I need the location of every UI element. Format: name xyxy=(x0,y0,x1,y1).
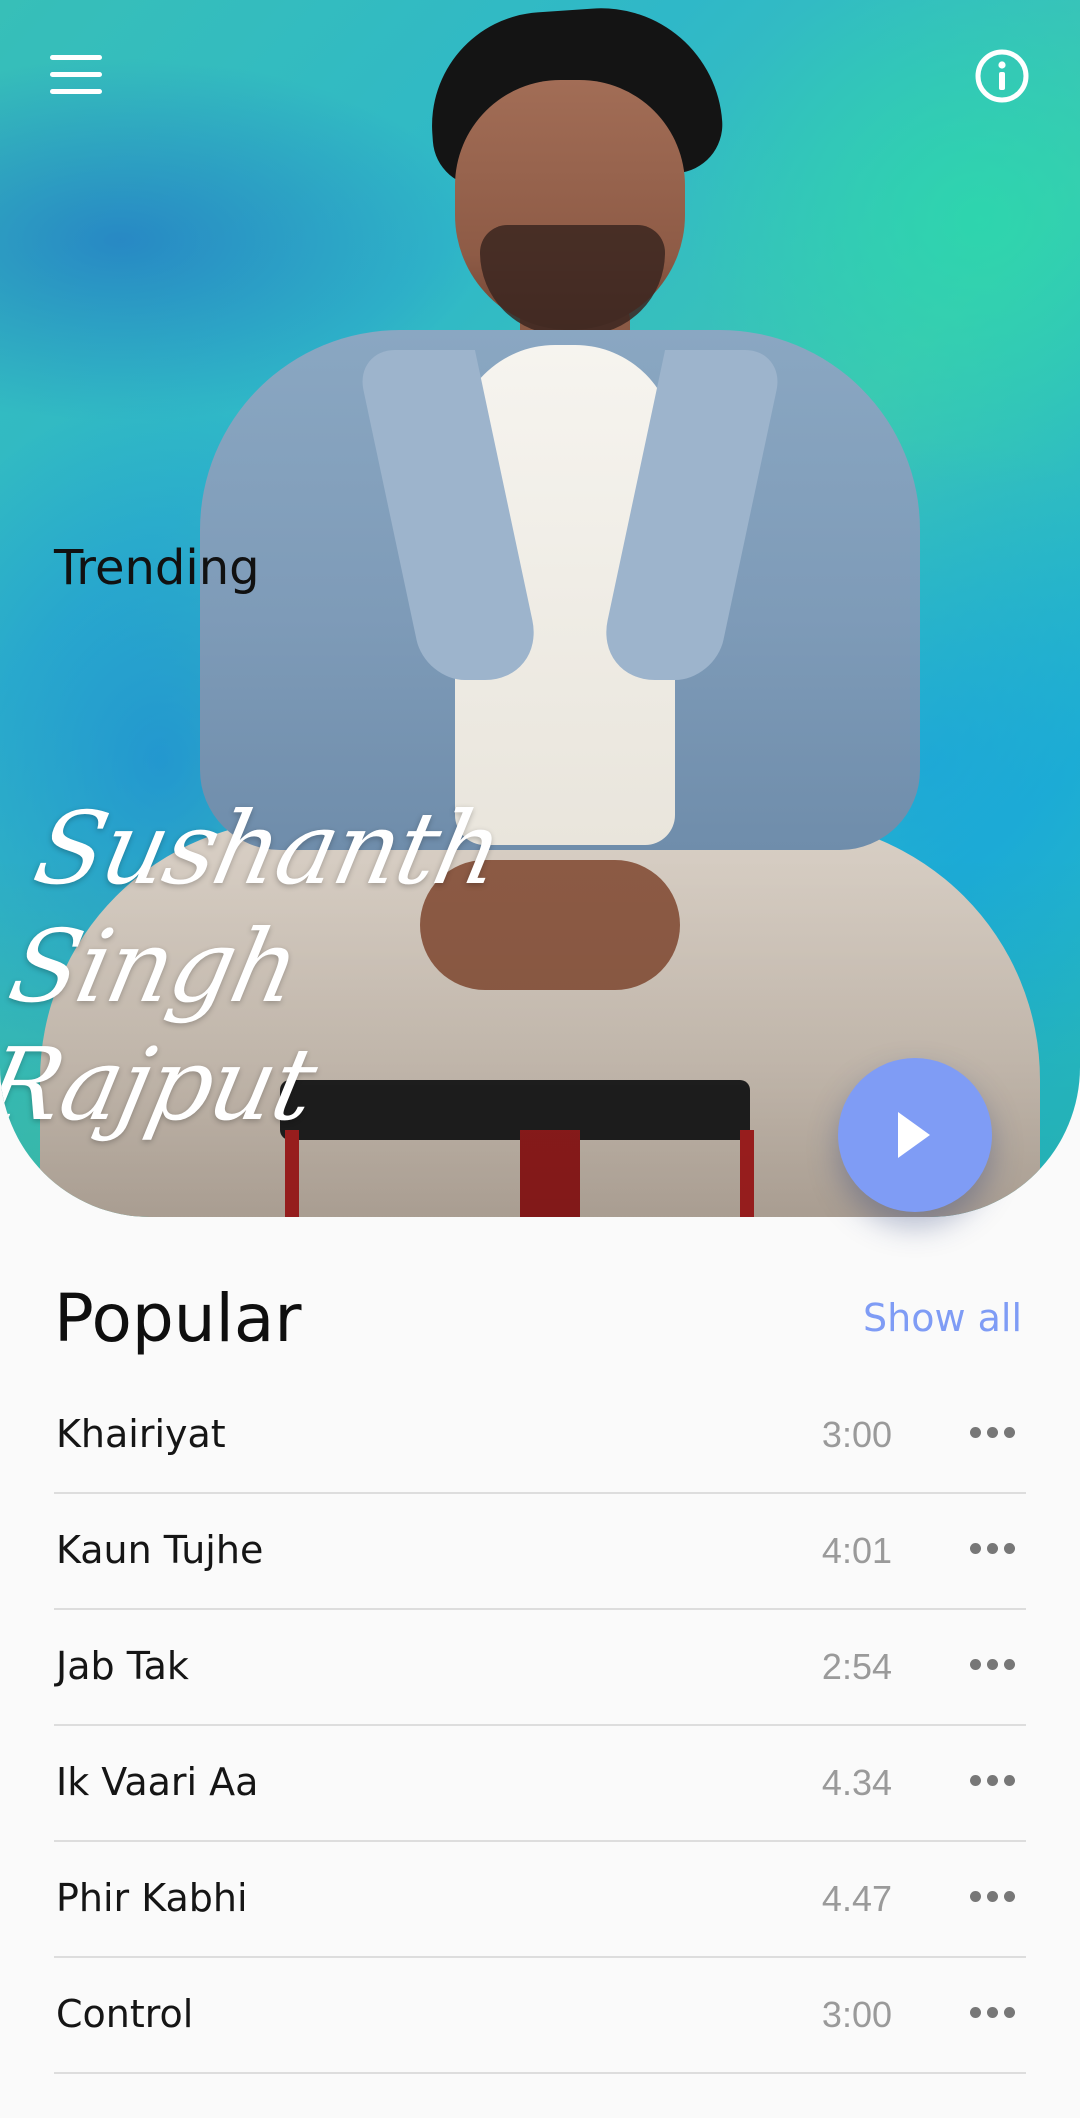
hamburger-menu-icon[interactable] xyxy=(50,55,102,95)
play-icon xyxy=(898,1112,930,1158)
more-options-icon[interactable] xyxy=(968,1422,1018,1442)
track-title: Khairiyat xyxy=(56,1412,226,1456)
track-row[interactable]: Kaun Tujhe 4:01 xyxy=(54,1494,1026,1610)
play-button[interactable] xyxy=(838,1058,992,1212)
track-duration: 4:01 xyxy=(821,1530,892,1571)
popular-section-title: Popular xyxy=(54,1280,302,1357)
more-options-icon[interactable] xyxy=(968,1886,1018,1906)
track-duration: 3:00 xyxy=(821,1994,892,2035)
section-label-trending: Trending xyxy=(54,540,260,596)
artist-name-line1: Sushanth xyxy=(25,790,512,907)
track-row[interactable]: Control 3:00 xyxy=(54,1958,1026,2074)
info-icon[interactable] xyxy=(974,48,1030,104)
more-options-icon[interactable] xyxy=(968,1770,1018,1790)
track-row[interactable]: Ik Vaari Aa 4.34 xyxy=(54,1726,1026,1842)
track-row[interactable]: Jab Tak 2:54 xyxy=(54,1610,1026,1726)
track-row[interactable]: Phir Kabhi 4.47 xyxy=(54,1842,1026,1958)
artist-name-line2: Singh Rajput xyxy=(0,908,325,1143)
track-duration: 3:00 xyxy=(821,1414,892,1455)
track-title: Jab Tak xyxy=(56,1644,189,1688)
more-options-icon[interactable] xyxy=(968,1538,1018,1558)
show-all-link[interactable]: Show all xyxy=(863,1296,1022,1340)
artist-name: Sushanth Singh Rajput xyxy=(0,790,650,1144)
track-title: Ik Vaari Aa xyxy=(56,1760,259,1804)
track-duration: 4.34 xyxy=(821,1762,892,1803)
track-row[interactable]: Khairiyat 3:00 xyxy=(54,1378,1026,1494)
track-duration: 2:54 xyxy=(821,1646,892,1687)
more-options-icon[interactable] xyxy=(968,2002,1018,2022)
more-options-icon[interactable] xyxy=(968,1654,1018,1674)
hero-banner: Trending Sushanth Singh Rajput xyxy=(0,0,1080,1217)
track-title: Control xyxy=(56,1992,194,2036)
track-list: Khairiyat 3:00 Kaun Tujhe 4:01 Jab Tak 2… xyxy=(54,1378,1026,2074)
track-title: Phir Kabhi xyxy=(56,1876,248,1920)
track-title: Kaun Tujhe xyxy=(56,1528,264,1572)
track-duration: 4.47 xyxy=(821,1878,892,1919)
